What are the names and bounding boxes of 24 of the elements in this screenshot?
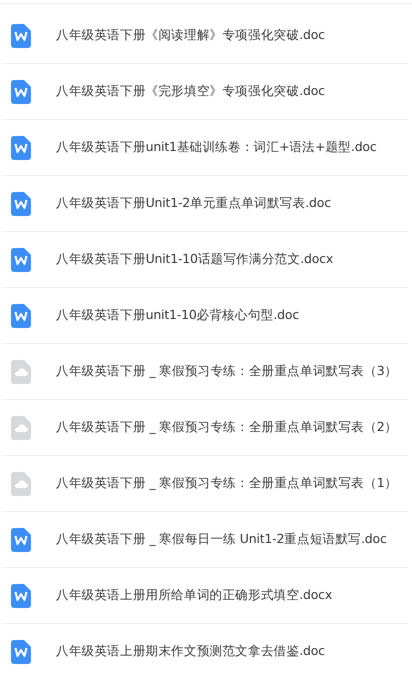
- word-document-icon: [11, 192, 31, 216]
- file-name[interactable]: 八年级英语下册 _ 寒假预习专练：全册重点单词默写表（2）: [56, 419, 398, 436]
- word-document-icon: [11, 528, 31, 552]
- file-name[interactable]: 八年级英语下册Unit1-10话题写作满分范文.docx: [56, 251, 334, 268]
- file-name[interactable]: 八年级英语下册《完形填空》专项强化突破.doc: [56, 83, 325, 100]
- cloud-file-icon: [11, 416, 31, 440]
- file-name[interactable]: 八年级英语下册Unit1-2单元重点单词默写表.doc: [56, 195, 331, 212]
- cloud-file-icon: [11, 360, 31, 384]
- word-document-icon: [11, 80, 31, 104]
- file-name[interactable]: 八年级英语下册 _ 寒假预习专练：全册重点单词默写表（3）: [56, 363, 398, 380]
- word-document-icon: [11, 24, 31, 48]
- cloud-file-icon: [11, 472, 31, 496]
- file-name[interactable]: 八年级英语下册 _ 寒假预习专练：全册重点单词默写表（1）: [56, 475, 398, 492]
- word-document-icon: [11, 136, 31, 160]
- file-name[interactable]: 八年级英语上册期末作文预测范文拿去借鉴.doc: [56, 643, 325, 660]
- word-document-icon: [11, 640, 31, 664]
- file-name[interactable]: 八年级英语下册unit1-10必背核心句型.doc: [56, 307, 300, 324]
- file-name[interactable]: 八年级英语上册用所给单词的正确形式填空.docx: [56, 587, 332, 604]
- word-document-icon: [11, 248, 31, 272]
- file-name[interactable]: 八年级英语下册《阅读理解》专项强化突破.doc: [56, 27, 325, 44]
- word-document-icon: [11, 584, 31, 608]
- word-document-icon: [11, 304, 31, 328]
- file-name[interactable]: 八年级英语下册 _ 寒假每日一练 Unit1-2重点短语默写.doc: [56, 531, 387, 548]
- file-name[interactable]: 八年级英语下册unit1基础训练卷：词汇+语法+题型.doc: [56, 139, 377, 156]
